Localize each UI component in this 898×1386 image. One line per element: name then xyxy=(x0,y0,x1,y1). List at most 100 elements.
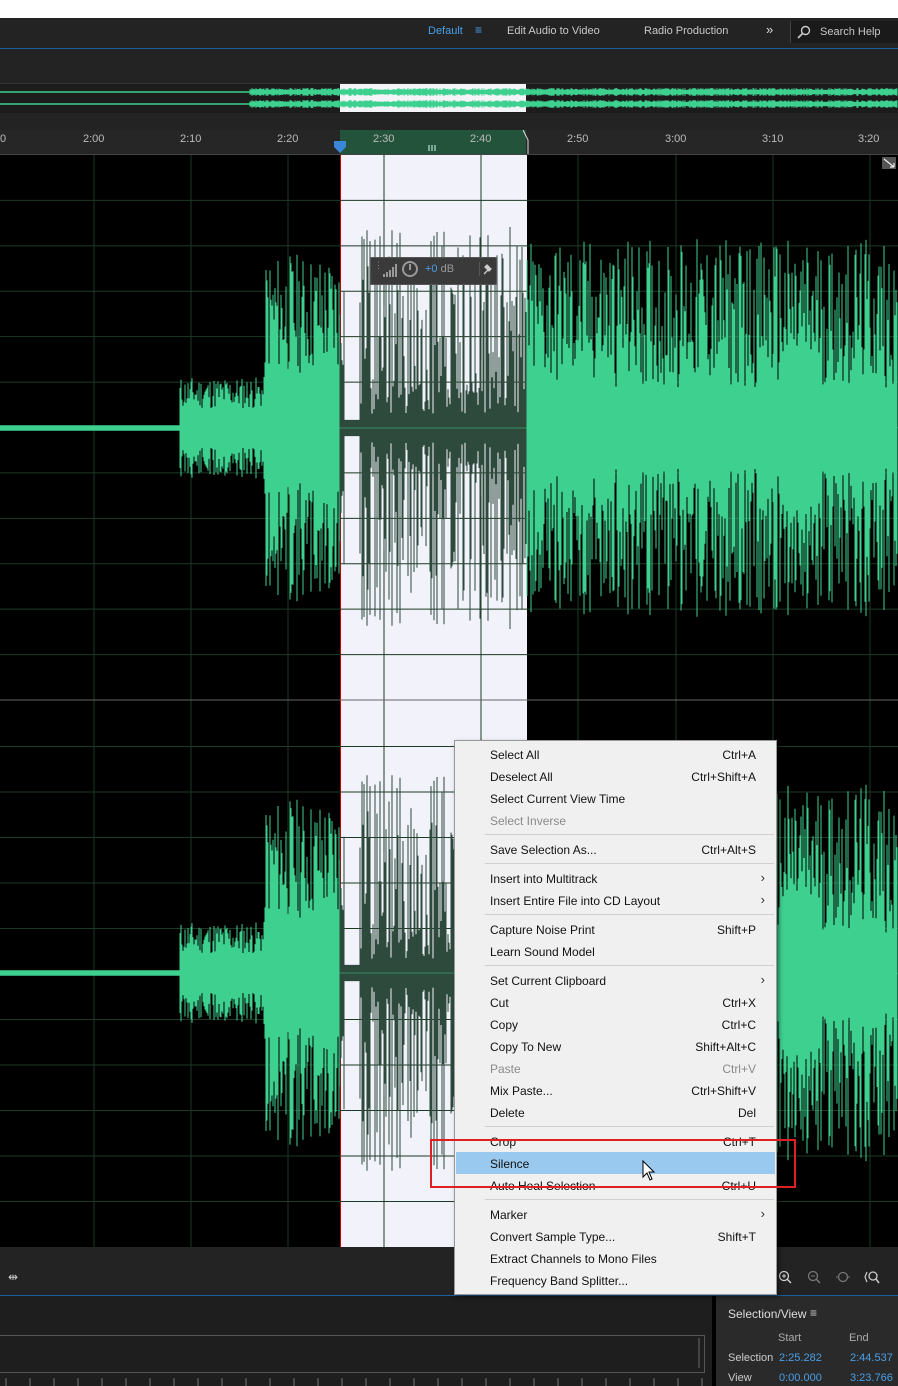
menu-item-select-current-view-time[interactable]: Select Current View Time xyxy=(456,787,775,809)
zoom-out-icon[interactable] xyxy=(806,1269,822,1285)
submenu-arrow-icon: › xyxy=(760,892,765,907)
menu-item-label: Deselect All xyxy=(490,770,553,784)
mouse-cursor-icon xyxy=(642,1160,656,1181)
menu-separator xyxy=(485,834,774,835)
selection-end-handle-icon[interactable] xyxy=(522,130,530,154)
menu-item-set-current-clipboard[interactable]: Set Current Clipboard › xyxy=(456,969,775,991)
menu-item-label: Frequency Band Splitter... xyxy=(490,1274,629,1288)
menu-item-shortcut: Del xyxy=(737,1106,756,1120)
menu-item-insert-entire-file-into-cd-layout[interactable]: Insert Entire File into CD Layout › xyxy=(456,889,775,911)
volume-value-unit: dB xyxy=(437,263,455,275)
ruler-tick-label: 3:10 xyxy=(762,133,784,145)
hud-grip-icon[interactable]: ⋮ xyxy=(374,261,383,279)
workspace-menu-icon[interactable]: ≡ xyxy=(475,23,482,37)
menu-item-save-selection-as[interactable]: Save Selection As... Ctrl+Alt+S xyxy=(456,838,775,860)
workspace-bar: Default ≡ Edit Audio to Video Radio Prod… xyxy=(0,18,898,49)
menu-item-extract-channels-to-mono-files[interactable]: Extract Channels to Mono Files xyxy=(456,1247,775,1269)
menu-item-label: Learn Sound Model xyxy=(490,945,595,959)
volume-value-number: +0 xyxy=(425,263,438,275)
menu-separator xyxy=(485,1126,774,1127)
view-row-label: View xyxy=(728,1372,752,1384)
playhead-marker-icon[interactable] xyxy=(333,140,347,154)
menu-item-label: Select Current View Time xyxy=(490,792,626,806)
menu-item-frequency-band-splitter[interactable]: Frequency Band Splitter... xyxy=(456,1269,775,1291)
ruler-tick-label: 3:00 xyxy=(665,133,687,145)
context-menu: Select All Ctrl+A Deselect All Ctrl+Shift+… xyxy=(454,740,777,1295)
menu-item-learn-sound-model[interactable]: Learn Sound Model xyxy=(456,940,775,962)
menu-item-label: Paste xyxy=(490,1062,521,1076)
menu-item-label: Convert Sample Type... xyxy=(490,1230,616,1244)
zoom-selection-icon[interactable] xyxy=(835,1269,851,1285)
zoom-fit-icon[interactable]: ⇹ xyxy=(8,1270,18,1284)
menu-item-shortcut: Ctrl+C xyxy=(721,1018,756,1032)
column-end-header: End xyxy=(849,1332,869,1344)
volume-hud[interactable]: ⋮ +0 dB xyxy=(370,257,497,285)
selection-end-value[interactable]: 2:44.537 xyxy=(850,1352,893,1364)
menu-item-copy-to-new[interactable]: Copy To New Shift+Alt+C xyxy=(456,1035,775,1057)
menu-item-paste: Paste Ctrl+V xyxy=(456,1057,775,1079)
overview-waveform xyxy=(0,88,898,108)
menu-item-cut[interactable]: Cut Ctrl+X xyxy=(456,991,775,1013)
zoom-in-icon[interactable] xyxy=(777,1269,793,1285)
drag-grip-icon[interactable] xyxy=(427,144,437,152)
menu-item-mix-paste[interactable]: Mix Paste... Ctrl+Shift+V xyxy=(456,1079,775,1101)
workspace-tab-radio-production[interactable]: Radio Production xyxy=(644,25,728,37)
menu-item-capture-noise-print[interactable]: Capture Noise Print Shift+P xyxy=(456,918,775,940)
menu-item-copy[interactable]: Copy Ctrl+C xyxy=(456,1013,775,1035)
ruler-ticks: 0 2:00 2:10 2:20 2:30 2:40 2:50 3:00 3:1… xyxy=(0,130,898,154)
menu-item-shortcut: Ctrl+A xyxy=(722,748,756,762)
menu-separator xyxy=(485,965,774,966)
selection-row-label: Selection xyxy=(728,1352,774,1364)
search-help-placeholder: Search Help xyxy=(820,26,881,38)
workspace-tab-edit-audio-to-video[interactable]: Edit Audio to Video xyxy=(507,25,600,37)
menu-separator xyxy=(485,914,774,915)
menu-item-label: Set Current Clipboard xyxy=(490,974,607,988)
submenu-arrow-icon: › xyxy=(760,972,765,987)
menu-item-shortcut: Ctrl+Alt+S xyxy=(701,843,756,857)
menu-item-shortcut: Shift+Alt+C xyxy=(695,1040,756,1054)
column-start-header: Start xyxy=(778,1332,802,1344)
workspace-tab-default[interactable]: Default xyxy=(428,25,463,37)
workspace-overflow-icon[interactable]: » xyxy=(766,22,773,37)
volume-value[interactable]: +0 dB xyxy=(425,263,454,275)
menu-item-marker[interactable]: Marker › xyxy=(456,1203,775,1225)
menu-separator xyxy=(485,1199,774,1200)
ruler-tick-label: 3:20 xyxy=(858,133,880,145)
ruler-tick-label: 2:00 xyxy=(83,133,105,145)
menu-item-delete[interactable]: Delete Del xyxy=(456,1101,775,1123)
menu-item-label: Mix Paste... xyxy=(490,1084,553,1098)
ruler-tick-label: 2:50 xyxy=(567,133,589,145)
menu-item-insert-into-multitrack[interactable]: Insert into Multitrack › xyxy=(456,867,775,889)
submenu-arrow-icon: › xyxy=(760,870,765,885)
menu-item-label: Marker xyxy=(490,1208,528,1222)
levels-meter-area xyxy=(0,1335,705,1373)
top-white-strip xyxy=(0,0,898,18)
menu-item-convert-sample-type[interactable]: Convert Sample Type... Shift+T xyxy=(456,1225,775,1247)
search-icon xyxy=(797,25,811,39)
view-start-value[interactable]: 0:00.000 xyxy=(779,1372,822,1384)
zoom-corner-icon[interactable] xyxy=(882,157,896,169)
menu-item-label: Save Selection As... xyxy=(490,843,597,857)
menu-item-shortcut: Ctrl+X xyxy=(722,996,756,1010)
pin-icon[interactable] xyxy=(479,262,494,276)
panel-menu-icon[interactable]: ≡ xyxy=(810,1306,817,1320)
volume-knob[interactable] xyxy=(402,261,418,277)
menu-item-label: Delete xyxy=(490,1106,525,1120)
zoom-full-icon[interactable] xyxy=(864,1269,880,1285)
level-bars-icon xyxy=(383,264,397,277)
ruler-tick-label: 2:10 xyxy=(180,133,202,145)
menu-item-label: Cut xyxy=(490,996,509,1010)
selection-start-value[interactable]: 2:25.282 xyxy=(779,1352,822,1364)
menu-item-select-all[interactable]: Select All Ctrl+A xyxy=(456,743,775,765)
menu-item-deselect-all[interactable]: Deselect All Ctrl+Shift+A xyxy=(456,765,775,787)
menu-item-shortcut: Shift+T xyxy=(717,1230,756,1244)
menu-item-label: Select All xyxy=(490,748,540,762)
ruler-tick-label: 0 xyxy=(0,133,7,145)
search-help-input[interactable]: Search Help xyxy=(790,21,898,43)
menu-item-shortcut: Ctrl+Shift+V xyxy=(691,1084,756,1098)
view-end-value[interactable]: 3:23.766 xyxy=(850,1372,893,1384)
menu-item-label: Insert into Multitrack xyxy=(490,872,598,886)
menu-separator xyxy=(485,863,774,864)
selection-view-title[interactable]: Selection/View xyxy=(728,1307,807,1321)
ruler-tick-label: 2:20 xyxy=(277,133,299,145)
